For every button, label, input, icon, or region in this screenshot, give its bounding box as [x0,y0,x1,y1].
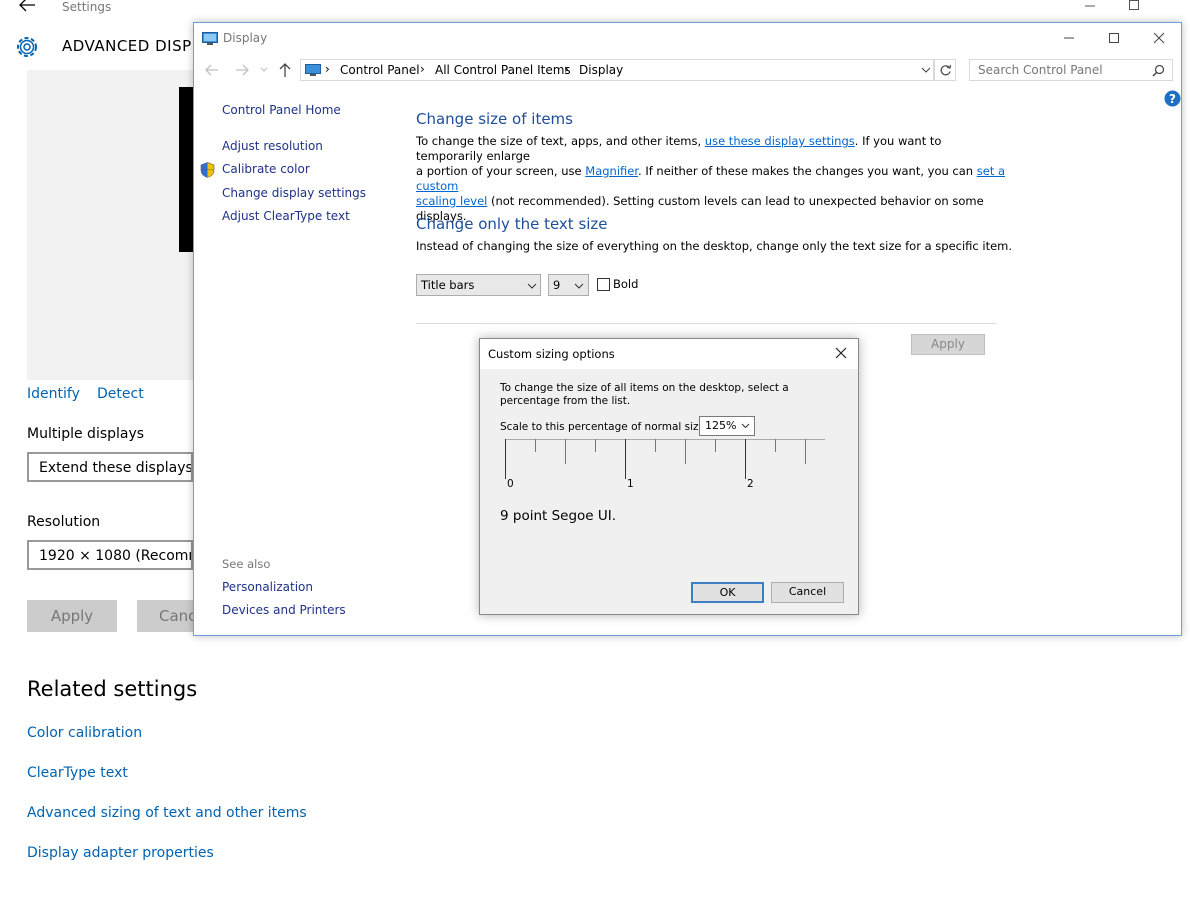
display-arrangement-area [27,70,193,380]
content-divider [416,323,996,324]
settings-titlebar: Settings [0,0,1190,20]
dialog-description-line1: To change the size of all items on the d… [500,382,789,394]
chevron-down-icon [741,423,750,429]
dialog-close-icon[interactable] [835,347,847,359]
dialog-titlebar: Custom sizing options [480,339,858,369]
text-item-select[interactable]: Title bars [416,274,541,296]
multiple-displays-select[interactable]: Extend these displays [27,452,193,482]
cancel-button[interactable]: Cancel [771,582,844,603]
chevron-down-icon [574,283,584,289]
calibrate-color-link[interactable]: Calibrate color [222,162,310,176]
color-calibration-link[interactable]: Color calibration [27,725,142,741]
forward-icon[interactable] [234,63,250,77]
bold-label: Bold [613,277,639,291]
cleartype-text-link[interactable]: ClearType text [27,765,128,781]
change-display-settings-link[interactable]: Change display settings [222,186,366,200]
advanced-sizing-link[interactable]: Advanced sizing of text and other items [27,805,307,821]
up-arrow-icon[interactable] [278,62,292,78]
refresh-button[interactable] [934,59,956,81]
settings-apply-button[interactable]: Apply [27,600,117,632]
text-size-heading: Change only the text size [416,215,608,233]
back-arrow-icon[interactable] [18,0,36,12]
resolution-label: Resolution [27,514,101,530]
refresh-icon [939,64,952,77]
settings-cancel-button[interactable]: Canc [137,600,196,632]
display-monitor-icon [202,32,218,45]
search-input[interactable]: Search Control Panel [969,59,1173,81]
change-size-text-3: a portion of your screen, use [416,164,586,178]
ruler-label-2: 2 [747,478,754,490]
address-bar[interactable]: › Control Panel › All Control Panel Item… [300,59,934,81]
svg-text:?: ? [1169,92,1176,106]
adjust-resolution-link[interactable]: Adjust resolution [222,139,323,153]
multiple-displays-label: Multiple displays [27,426,145,442]
breadcrumb-separator-icon: › [325,62,330,76]
address-dropdown-chevron-icon[interactable] [921,67,931,74]
resolution-select[interactable]: 1920 × 1080 (Recomme [27,540,193,570]
change-size-text-1: To change the size of text, apps, and ot… [416,134,705,148]
identify-link[interactable]: Identify [27,386,80,402]
font-size-select[interactable]: 9 [548,274,589,296]
font-sample-text: 9 point Segoe UI. [500,508,617,524]
monitor-preview[interactable] [179,87,193,252]
scale-percentage-value: 125% [705,419,737,432]
back-icon[interactable] [204,63,220,77]
gear-icon [13,33,41,61]
custom-scaling-link-cont[interactable]: scaling level [416,194,487,208]
settings-maximize-icon[interactable] [1120,0,1150,14]
personalization-link[interactable]: Personalization [222,580,313,594]
dialog-description-line2: percentage from the list. [500,395,631,407]
close-icon[interactable] [1144,27,1174,49]
scale-ruler[interactable]: 0 1 2 [500,434,830,494]
minimize-icon[interactable] [1054,27,1084,49]
bold-checkbox[interactable] [597,278,610,291]
chevron-down-icon [527,283,537,289]
dialog-title: Custom sizing options [488,347,615,361]
see-also-label: See also [222,557,271,571]
font-size-value: 9 [553,278,561,292]
related-settings-title: Related settings [27,677,198,701]
help-icon[interactable]: ? [1164,90,1181,107]
recent-locations-chevron-icon[interactable] [260,67,268,73]
search-placeholder: Search Control Panel [978,63,1103,77]
breadcrumb-all-items[interactable]: All Control Panel Items [435,63,571,77]
search-icon[interactable] [1152,64,1165,77]
change-size-paragraph: To change the size of text, apps, and ot… [416,134,1006,224]
detect-link[interactable]: Detect [97,386,144,402]
breadcrumb-display[interactable]: Display [579,63,623,77]
control-panel-home-link[interactable]: Control Panel Home [222,103,341,117]
ruler-label-0: 0 [507,478,514,490]
apply-button[interactable]: Apply [911,334,985,355]
maximize-icon[interactable] [1099,27,1129,49]
text-item-value: Title bars [421,278,475,292]
magnifier-link[interactable]: Magnifier [585,164,638,178]
custom-sizing-dialog: Custom sizing options To change the size… [479,338,859,615]
ok-button[interactable]: OK [691,582,764,603]
multiple-displays-value: Extend these displays [39,460,193,476]
scale-percentage-select[interactable]: 125% [699,416,755,436]
address-monitor-icon [305,64,321,76]
display-adapter-link[interactable]: Display adapter properties [27,845,214,861]
ruler-label-1: 1 [627,478,634,490]
display-window-title: Display [223,31,268,45]
text-size-description: Instead of changing the size of everythi… [416,239,1013,253]
adjust-cleartype-link[interactable]: Adjust ClearType text [222,209,350,223]
settings-minimize-icon[interactable] [1075,0,1105,14]
settings-page-title: ADVANCED DISPLA [62,37,212,55]
display-settings-link[interactable]: use these display settings [705,134,855,148]
breadcrumb-control-panel[interactable]: Control Panel [340,63,420,77]
change-size-text-4: . If neither of these makes the changes … [638,164,977,178]
resolution-value: 1920 × 1080 (Recomme [39,548,191,564]
settings-window-title: Settings [62,0,112,14]
devices-printers-link[interactable]: Devices and Printers [222,603,346,617]
breadcrumb-separator-icon: › [564,62,569,76]
uac-shield-icon [200,162,215,178]
scale-label: Scale to this percentage of normal size: [500,421,709,433]
breadcrumb-separator-icon: › [420,62,425,76]
change-size-heading: Change size of items [416,110,573,128]
